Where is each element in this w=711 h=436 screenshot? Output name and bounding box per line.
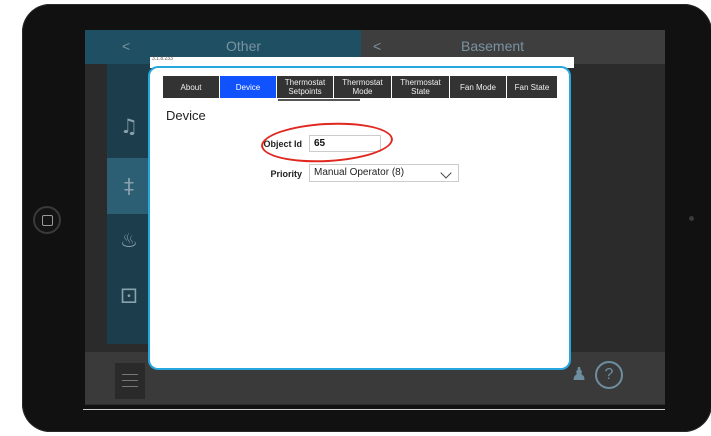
priority-value: Manual Operator (8) [314, 167, 405, 178]
tab-thermostat-state[interactable]: Thermostat State [392, 76, 450, 98]
divider-line [83, 409, 665, 410]
help-icon[interactable]: ? [595, 361, 623, 389]
back-icon[interactable]: < [122, 38, 130, 54]
dialog-caption: 3.1.8.233 [152, 56, 173, 62]
tab-thermostat-setpoints[interactable]: Thermostat Setpoints [277, 76, 334, 98]
section-title: Device [166, 108, 206, 123]
device-dialog: About Device Thermostat Setpoints Thermo… [150, 68, 569, 368]
fountain-icon[interactable]: ⚀ [115, 282, 143, 310]
camera-dot [689, 216, 694, 221]
right-title: Basement [461, 38, 525, 54]
chevron-down-icon [440, 167, 452, 179]
tab-device[interactable]: Device [220, 76, 277, 98]
left-nav: ♫ ‡ ♨ ⚀ [107, 64, 151, 344]
thermometer-icon[interactable]: ‡ [115, 172, 143, 200]
home-button[interactable] [33, 206, 61, 234]
people-icon[interactable]: ♟ [571, 364, 587, 385]
fire-icon[interactable]: ♨ [115, 226, 143, 254]
dialog-top-strip: 3.1.8.233 [150, 56, 574, 68]
tab-bar: About Device Thermostat Setpoints Thermo… [163, 76, 557, 98]
app-screen: < Other < Basement ♫ ‡ ♨ ⚀ ♟ ? 3.1.8.233… [85, 30, 665, 405]
home-square-icon [42, 215, 53, 226]
music-icon[interactable]: ♫ [115, 112, 143, 140]
menu-icon[interactable] [115, 363, 145, 399]
tab-thermostat-mode[interactable]: Thermostat Mode [334, 76, 392, 98]
left-title: Other [226, 38, 262, 54]
tab-about[interactable]: About [163, 76, 220, 98]
priority-select[interactable]: Manual Operator (8) [309, 164, 459, 182]
tab-fan-state[interactable]: Fan State [507, 76, 557, 98]
priority-label: Priority [270, 169, 302, 179]
tab-fan-mode[interactable]: Fan Mode [450, 76, 507, 98]
tab-underline [278, 99, 360, 101]
back-icon[interactable]: < [373, 38, 381, 54]
red-annotation-circle [260, 119, 394, 166]
